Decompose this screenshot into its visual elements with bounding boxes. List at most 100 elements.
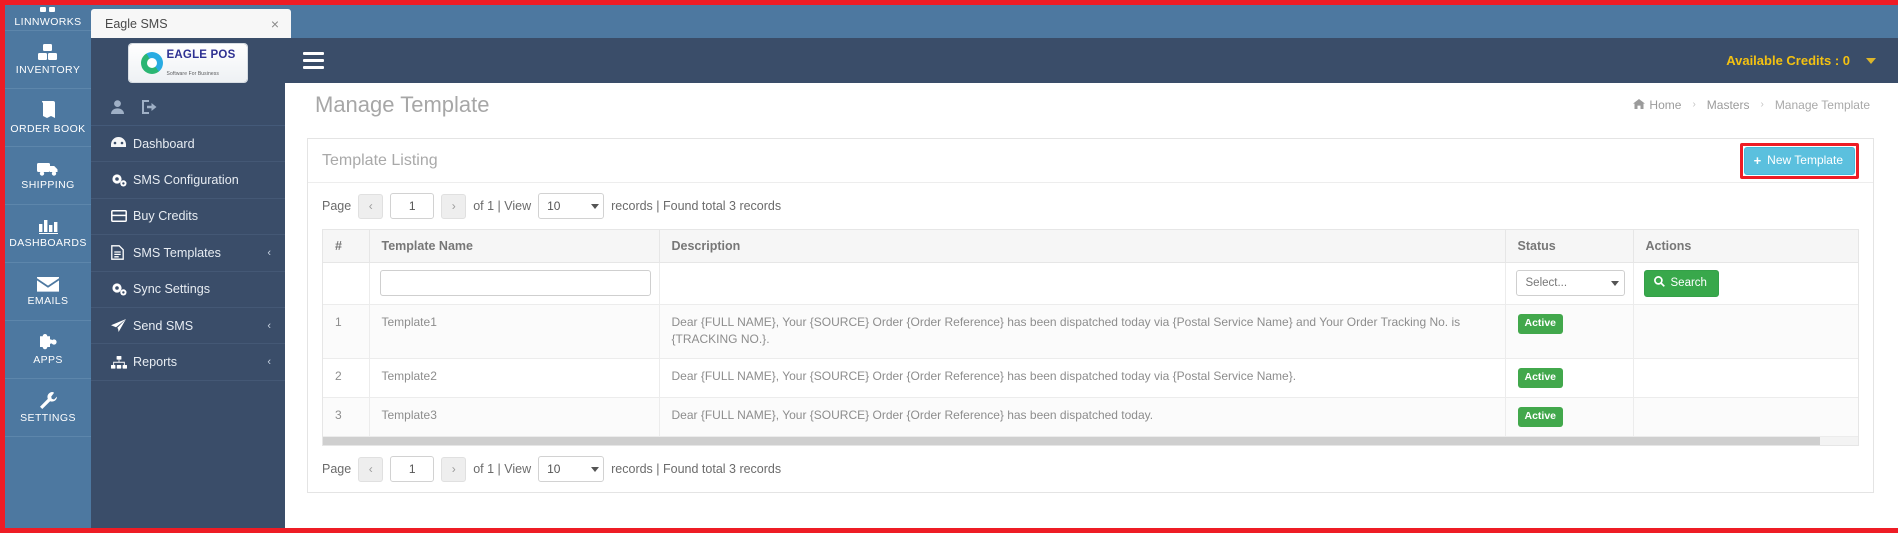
cell-actions: [1633, 397, 1858, 438]
chevron-down-icon: [591, 466, 600, 472]
sidebar-item-label: SMS Configuration: [133, 173, 239, 188]
breadcrumb: Home › Masters › Manage Template: [1633, 98, 1870, 112]
browser-tab-strip: Eagle SMS ×: [91, 5, 1898, 38]
puzzle-icon: [39, 333, 58, 351]
truck-icon: [36, 161, 60, 176]
records-total-label: records | Found total 3 records: [611, 462, 782, 477]
filter-cell-actions: Search: [1633, 262, 1858, 305]
boxes-icon: [38, 43, 58, 61]
page-number-input[interactable]: [390, 456, 435, 483]
hamburger-icon[interactable]: [303, 52, 324, 69]
table-row[interactable]: 1 Template1 Dear {FULL NAME}, Your {SOUR…: [323, 304, 1858, 359]
table-filter-row: Select... Search: [323, 262, 1858, 305]
main-content: Manage Template Home › Masters › Manage …: [285, 83, 1898, 528]
sidebar-item-sync-settings[interactable]: Sync Settings: [91, 272, 285, 308]
next-page-button[interactable]: ›: [441, 193, 467, 219]
breadcrumb-label: Home: [1649, 97, 1682, 112]
eagle-logo-icon: [140, 52, 163, 74]
sidebar-item-sms-templates[interactable]: SMS Templates ‹: [91, 235, 285, 272]
records-total-label: records | Found total 3 records: [611, 199, 782, 213]
brand-name: EAGLE POS: [166, 49, 236, 62]
sidebar-item-dashboard[interactable]: Dashboard: [91, 126, 285, 163]
status-badge: Active: [1517, 314, 1564, 335]
caret-down-icon[interactable]: [1866, 57, 1876, 64]
available-credits-menu[interactable]: Available Credits : 0: [1726, 53, 1876, 68]
column-header-template-name[interactable]: Template Name: [369, 230, 660, 263]
sidebar-item-sms-configuration[interactable]: SMS Configuration: [91, 162, 285, 199]
cell-actions: [1633, 358, 1858, 399]
column-header-number[interactable]: #: [323, 230, 370, 263]
page-header: Manage Template Home › Masters › Manage …: [285, 83, 1898, 126]
page-size-select[interactable]: 10: [538, 193, 605, 219]
chevron-down-icon: [591, 203, 600, 209]
cell-number: 1: [323, 304, 370, 359]
plus-icon: +: [1753, 152, 1762, 168]
template-name-filter-input[interactable]: [379, 270, 651, 296]
cell-template-name: Template1: [369, 304, 660, 359]
filter-cell-number: [323, 262, 370, 305]
search-button[interactable]: Search: [1643, 270, 1719, 297]
sidebar-item-label: Buy Credits: [133, 209, 199, 224]
template-listing-panel: Template Listing + New Template Page ‹ ›…: [307, 138, 1874, 493]
table-row[interactable]: 3 Template3 Dear {FULL NAME}, Your {SOUR…: [323, 397, 1858, 438]
logout-icon[interactable]: [142, 99, 157, 114]
sidebar-item-send-sms[interactable]: Send SMS ‹: [91, 308, 285, 345]
template-table: # Template Name Description Status Actio…: [323, 230, 1858, 438]
brand-tagline: Software For Business: [166, 71, 219, 77]
rail-item-order-book[interactable]: ORDER BOOK: [5, 89, 91, 147]
envelope-icon: [37, 276, 59, 292]
sidebar-user-row: [91, 88, 285, 126]
table-row[interactable]: 2 Template2 Dear {FULL NAME}, Your {SOUR…: [323, 358, 1858, 399]
breadcrumb-separator: ›: [1692, 99, 1696, 110]
of-view-label: of 1 | View: [473, 199, 532, 213]
brand-logo-container[interactable]: EAGLE POS Software For Business: [91, 38, 285, 88]
rail-item-inventory[interactable]: INVENTORY: [5, 31, 91, 89]
book-icon: [40, 100, 57, 120]
filter-cell-status: Select...: [1505, 262, 1634, 305]
page-size-select[interactable]: 10: [538, 456, 605, 483]
status-badge: Active: [1517, 407, 1564, 428]
page-word-label: Page: [322, 462, 352, 477]
prev-page-button[interactable]: ‹: [358, 456, 384, 482]
new-template-label: New Template: [1767, 153, 1843, 167]
tab-eagle-sms[interactable]: Eagle SMS ×: [91, 9, 291, 38]
file-text-icon: [111, 245, 133, 261]
next-page-button[interactable]: ›: [441, 456, 467, 482]
sidebar-item-buy-credits[interactable]: Buy Credits: [91, 199, 285, 236]
home-icon: [1633, 98, 1646, 109]
tab-title: Eagle SMS: [105, 16, 168, 31]
rail-item-dashboards[interactable]: DASHBOARDS: [5, 205, 91, 263]
chevron-down-icon: [1610, 280, 1619, 286]
filter-cell-description: [659, 262, 1506, 305]
gears-icon: [111, 282, 133, 296]
dashboard-icon: [111, 137, 133, 150]
rail-item-linnworks[interactable]: LINNWORKS: [5, 5, 91, 31]
table-horizontal-scrollbar[interactable]: [322, 437, 1859, 447]
rail-item-apps[interactable]: APPS: [5, 321, 91, 379]
page-number-input[interactable]: [390, 193, 435, 219]
breadcrumb-item-home[interactable]: Home: [1633, 98, 1681, 112]
cell-number: 2: [323, 358, 370, 399]
new-template-button[interactable]: + New Template: [1743, 146, 1855, 175]
column-header-status[interactable]: Status: [1505, 230, 1634, 263]
status-filter-select[interactable]: Select...: [1515, 270, 1625, 296]
paper-plane-icon: [111, 318, 133, 333]
panel-title: Template Listing: [322, 151, 438, 169]
column-header-description[interactable]: Description: [659, 230, 1506, 263]
rail-item-settings[interactable]: SETTINGS: [5, 379, 91, 437]
rail-label: APPS: [33, 353, 63, 366]
breadcrumb-item-masters[interactable]: Masters: [1707, 98, 1750, 112]
sidebar-item-reports[interactable]: Reports ‹: [91, 344, 285, 381]
prev-page-button[interactable]: ‹: [358, 193, 384, 219]
close-icon[interactable]: ×: [267, 17, 283, 31]
linnworks-launcher-rail: LINNWORKS INVENTORY ORDER BOOK SHIPPING: [5, 5, 91, 528]
panel-header: Template Listing + New Template: [308, 139, 1873, 183]
user-icon[interactable]: [111, 99, 124, 114]
rail-item-shipping[interactable]: SHIPPING: [5, 147, 91, 205]
breadcrumb-item-current: Manage Template: [1774, 97, 1870, 112]
rail-label: SETTINGS: [20, 411, 76, 424]
pagination-bottom: Page ‹ › of 1 | View 10 records | Found …: [308, 446, 1873, 492]
rail-item-emails[interactable]: EMAILS: [5, 263, 91, 321]
cell-number: 3: [323, 397, 370, 438]
chevron-left-icon: ‹: [267, 356, 271, 369]
